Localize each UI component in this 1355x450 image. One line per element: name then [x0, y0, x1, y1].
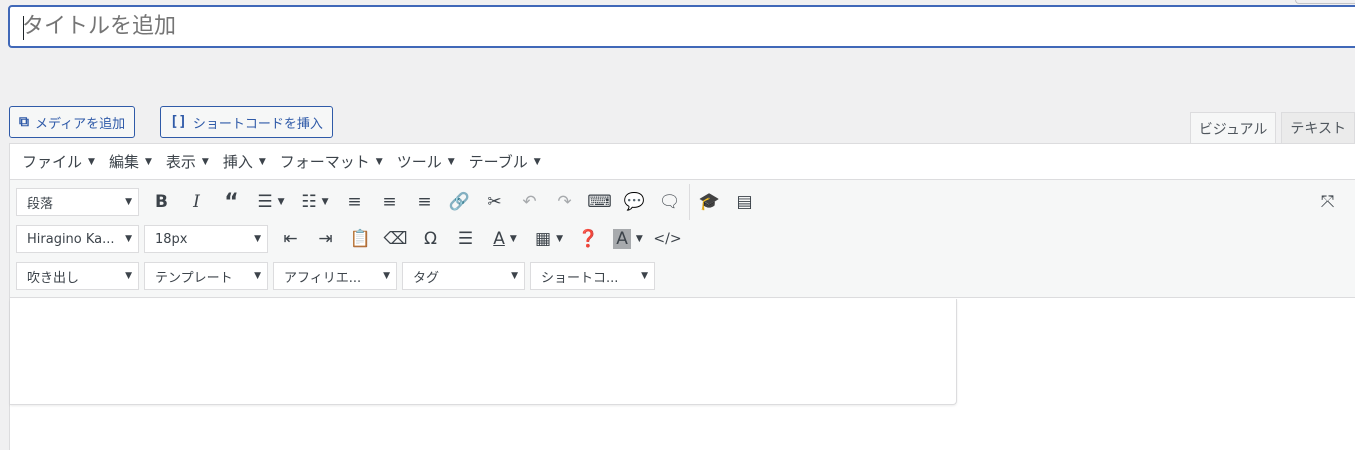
help-icon[interactable]: ❓	[571, 224, 606, 254]
insert-shortcode-button[interactable]: [] ショートコードを挿入	[160, 106, 333, 138]
chevron-down-icon: ▼	[533, 156, 541, 167]
editor-menubar: ファイル ▼ 編集 ▼ 表示 ▼ 挿入 ▼ フォーマット ▼ ツール ▼ テーブル ▼	[10, 144, 1355, 180]
bullet-list-button[interactable]: ☰ ▼	[249, 187, 293, 217]
editor-content-area[interactable]	[10, 299, 957, 405]
outdent-icon[interactable]: ⇤	[273, 224, 308, 254]
code-icon[interactable]: </>	[650, 224, 685, 254]
eraser-icon[interactable]: ⌫	[378, 224, 413, 254]
corner-decoration	[1295, 0, 1355, 4]
insert-shortcode-label: ショートコードを挿入	[192, 116, 323, 132]
align-left-icon[interactable]: ≡	[337, 187, 372, 217]
numbered-list-icon: ☷	[301, 192, 317, 212]
chevron-down-icon: ▼	[383, 271, 390, 281]
chevron-down-icon: ▼	[641, 271, 648, 281]
table-icon: ▦	[535, 229, 552, 249]
editor-toolbar: 段落 ▼ B I “ ☰ ▼ ☷ ▼ ≡ ≡ ≡ 🔗 ✂ ↶ ↷ ⌨ 💬 🗨 🎓 ▤ …	[10, 180, 1355, 298]
background-color-button[interactable]: A ▼	[606, 224, 650, 254]
balloon-select[interactable]: 吹き出し ▼	[16, 262, 139, 290]
align-center-icon[interactable]: ≡	[372, 187, 407, 217]
redo-icon[interactable]: ↷	[547, 187, 582, 217]
paragraph-select[interactable]: 段落 ▼	[16, 188, 139, 216]
template-select[interactable]: テンプレート ▼	[144, 262, 268, 290]
menu-file[interactable]: ファイル ▼	[16, 151, 101, 172]
toolbar-row-2: Hiragino Ka... ▼ 18px ▼ ⇤ ⇥ 📋 ⌫ Ω ☰ A ▼ ▦ ▼ …	[16, 224, 685, 254]
chevron-down-icon[interactable]: ▼	[510, 234, 517, 244]
tab-visual[interactable]: ビジュアル	[1189, 112, 1277, 145]
toolbar-row-1: 段落 ▼ B I “ ☰ ▼ ☷ ▼ ≡ ≡ ≡ 🔗 ✂ ↶ ↷ ⌨ 💬 🗨 🎓 ▤	[16, 184, 762, 220]
shortcode-bracket-icon: []	[170, 114, 187, 130]
link-icon[interactable]: 🔗	[442, 187, 477, 217]
shortcode-select[interactable]: ショートコ... ▼	[530, 262, 655, 290]
fullscreen-icon[interactable]: ⤧	[1310, 187, 1345, 217]
chevron-down-icon: ▼	[254, 271, 261, 281]
chevron-down-icon: ▼	[144, 156, 152, 167]
chevron-down-icon: ▼	[125, 271, 132, 281]
editor-tabs: ビジュアル テキスト	[1189, 112, 1355, 145]
chevron-down-icon: ▼	[125, 197, 132, 207]
numbered-list-button[interactable]: ☷ ▼	[293, 187, 337, 217]
chevron-down-icon[interactable]: ▼	[322, 197, 329, 207]
chevron-down-icon[interactable]: ▼	[556, 234, 563, 244]
chevron-down-icon[interactable]: ▼	[636, 234, 643, 244]
chevron-down-icon: ▼	[201, 156, 209, 167]
bold-button[interactable]: B	[144, 187, 179, 217]
menu-edit[interactable]: 編集 ▼	[103, 151, 158, 172]
menu-format[interactable]: フォーマット ▼	[274, 151, 389, 172]
media-icon: ⧉	[19, 114, 29, 130]
add-media-label: メディアを追加	[35, 116, 126, 132]
comment-icon[interactable]: 🗨	[652, 187, 687, 217]
paste-text-icon[interactable]: 📋	[343, 224, 378, 254]
mortarboard-icon[interactable]: 🎓	[692, 187, 727, 217]
table-button[interactable]: ▦ ▼	[527, 224, 571, 254]
unlink-icon[interactable]: ✂	[477, 187, 512, 217]
font-size-select[interactable]: 18px ▼	[144, 225, 268, 253]
tag-select[interactable]: タグ ▼	[402, 262, 525, 290]
undo-icon[interactable]: ↶	[512, 187, 547, 217]
toolbar-row-3: 吹き出し ▼ テンプレート ▼ アフィリエ... ▼ タグ ▼ ショートコ... ▼	[16, 261, 660, 291]
text-caret	[23, 16, 24, 40]
chevron-down-icon: ▼	[254, 234, 261, 244]
text-color-icon: A	[493, 229, 505, 249]
title-input[interactable]	[10, 7, 1355, 46]
keyboard-icon[interactable]: ⌨	[582, 187, 617, 217]
font-family-select[interactable]: Hiragino Ka... ▼	[16, 225, 139, 253]
omega-icon[interactable]: Ω	[413, 224, 448, 254]
affiliate-select[interactable]: アフィリエ... ▼	[273, 262, 397, 290]
toolbar-separator	[689, 184, 690, 220]
text-color-button[interactable]: A ▼	[483, 224, 527, 254]
italic-button[interactable]: I	[179, 187, 214, 217]
menu-insert[interactable]: 挿入 ▼	[217, 151, 272, 172]
menu-view[interactable]: 表示 ▼	[160, 151, 215, 172]
editor: ファイル ▼ 編集 ▼ 表示 ▼ 挿入 ▼ フォーマット ▼ ツール ▼ テーブル ▼ 段落 ▼…	[9, 143, 1355, 450]
chevron-down-icon: ▼	[375, 156, 383, 167]
template-icon[interactable]: ▤	[727, 187, 762, 217]
chevron-down-icon: ▼	[258, 156, 266, 167]
chevron-down-icon: ▼	[511, 271, 518, 281]
chevron-down-icon[interactable]: ▼	[278, 197, 285, 207]
chevron-down-icon: ▼	[88, 156, 95, 167]
add-media-button[interactable]: ⧉ メディアを追加	[9, 106, 136, 138]
menu-table[interactable]: テーブル ▼	[463, 151, 547, 172]
chevron-down-icon: ▼	[125, 234, 132, 244]
indent-icon[interactable]: ⇥	[308, 224, 343, 254]
tab-text[interactable]: テキスト	[1281, 112, 1355, 144]
title-field[interactable]	[8, 5, 1355, 48]
menu-tools[interactable]: ツール ▼	[391, 151, 461, 172]
blockquote-icon[interactable]: “	[214, 187, 249, 217]
speech-bubble-icon[interactable]: 💬	[617, 187, 652, 217]
align-right-icon[interactable]: ≡	[407, 187, 442, 217]
bullet-list-icon: ☰	[257, 192, 273, 212]
chevron-down-icon: ▼	[447, 156, 455, 167]
background-color-icon: A	[613, 229, 631, 249]
horizontal-rule-icon[interactable]: ☰	[448, 224, 483, 254]
